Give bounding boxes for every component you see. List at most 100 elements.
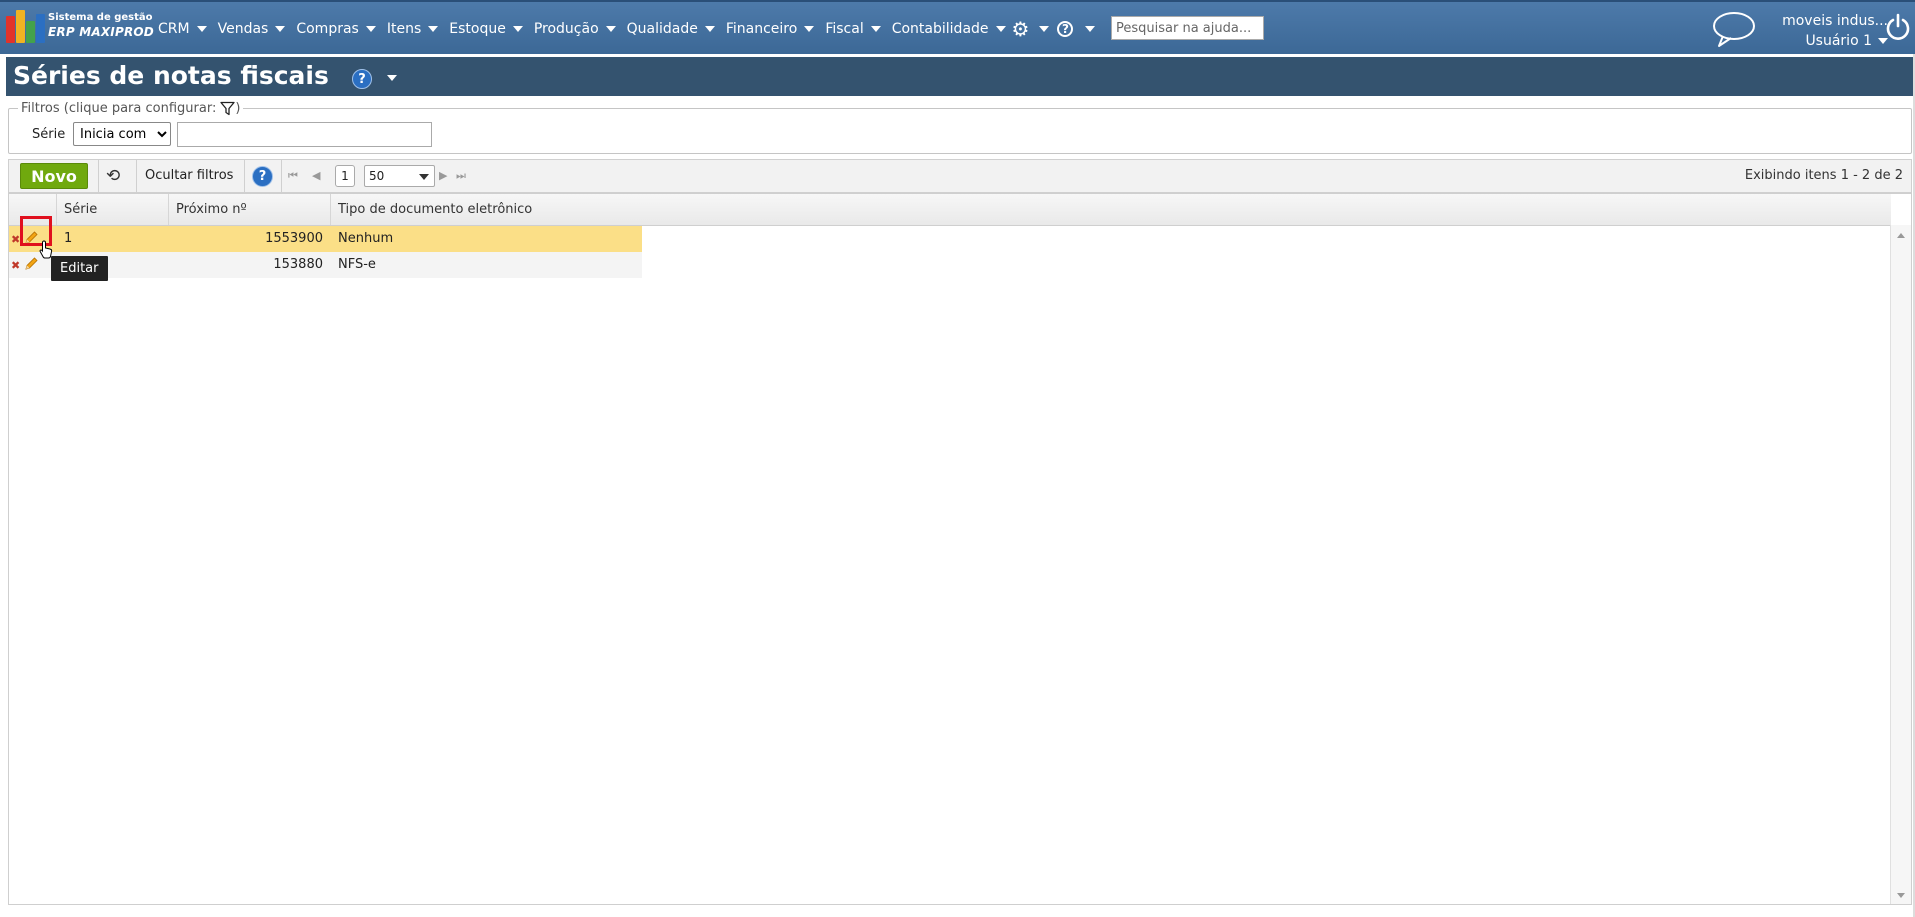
menu-label: Compras — [296, 21, 359, 37]
filter-operator-select[interactable]: Inicia com — [73, 122, 171, 146]
page-title: Séries de notas fiscais — [13, 61, 329, 90]
chevron-down-icon — [605, 26, 616, 32]
column-header-tipo[interactable]: Tipo de documento eletrônico — [330, 194, 1891, 225]
pencil-icon[interactable] — [23, 256, 39, 272]
menu-label: Contabilidade — [891, 21, 989, 37]
grid-header: Série Próximo nº Tipo de documento eletr… — [9, 194, 1891, 226]
current-page[interactable]: 1 — [335, 165, 355, 187]
cell-tipo: NFS-e — [338, 257, 376, 272]
gear-icon: ⚙ — [1011, 17, 1030, 41]
next-page-icon[interactable]: ▶ — [439, 169, 447, 182]
logo-bar-yellow — [16, 10, 25, 43]
chevron-down-icon — [428, 26, 439, 32]
brand-line2: ERP MAXIPROD — [48, 25, 154, 39]
menu-label: Produção — [533, 21, 599, 37]
chevron-down-icon — [512, 26, 523, 32]
vertical-scrollbar[interactable] — [1890, 225, 1911, 904]
page-size-select[interactable]: 50 — [364, 165, 435, 187]
menu-crm[interactable]: CRM — [158, 21, 207, 37]
menu-producao[interactable]: Produção — [534, 21, 616, 37]
chevron-down-icon[interactable] — [387, 75, 397, 81]
chevron-down-icon — [419, 174, 429, 180]
brand-text: Sistema de gestão ERP MAXIPROD — [48, 11, 154, 39]
menu-settings[interactable]: ⚙ — [1012, 19, 1050, 39]
chevron-down-icon — [704, 26, 715, 32]
filter-serie-input[interactable] — [177, 122, 432, 147]
filter-serie-label: Série — [32, 127, 66, 142]
menu-vendas[interactable]: Vendas — [218, 21, 286, 37]
hide-filters-button[interactable]: Ocultar filtros — [145, 168, 233, 183]
toolbar-divider — [244, 160, 245, 192]
menu-label: Qualidade — [626, 21, 698, 37]
menu-fiscal[interactable]: Fiscal — [825, 21, 881, 37]
scroll-up-icon[interactable] — [1897, 233, 1905, 238]
chevron-down-icon — [995, 26, 1006, 32]
column-header-serie[interactable]: Série — [56, 194, 168, 225]
menu-label: Fiscal — [825, 21, 864, 37]
menu-label: Estoque — [449, 21, 506, 37]
toolbar-divider — [136, 160, 137, 192]
menu-qualidade[interactable]: Qualidade — [627, 21, 715, 37]
menu-financeiro[interactable]: Financeiro — [725, 21, 815, 37]
refresh-icon[interactable]: ⟲ — [106, 166, 120, 186]
chevron-down-icon — [365, 26, 376, 32]
page-size-value: 50 — [369, 169, 385, 183]
funnel-icon[interactable] — [220, 101, 235, 116]
logo-bar-green — [26, 21, 35, 43]
delete-icon[interactable]: ✖ — [11, 260, 20, 271]
series-grid: Série Próximo nº Tipo de documento eletr… — [8, 193, 1912, 905]
main-menu: CRM Vendas Compras Itens Estoque Produçã… — [158, 18, 1106, 40]
items-info: Exibindo itens 1 - 2 de 2 — [1744, 168, 1903, 183]
filters-legend-close: ) — [235, 101, 241, 116]
chevron-down-icon — [870, 26, 881, 32]
menu-label: Itens — [386, 21, 422, 37]
user-name: Usuário 1 — [1805, 33, 1872, 49]
scroll-down-icon[interactable] — [1897, 893, 1905, 898]
cell-serie: 1 — [64, 231, 73, 246]
question-circle-icon: ? — [1057, 21, 1074, 37]
toolbar-divider — [98, 160, 99, 192]
filters-legend-text: Filtros (clique para configurar: — [21, 101, 217, 116]
help-search-input[interactable] — [1111, 16, 1264, 40]
chevron-down-icon — [275, 26, 286, 32]
user-name-row: Usuário 1 — [1770, 31, 1888, 51]
company-name: moveis indus... — [1782, 13, 1888, 29]
question-circle-icon[interactable]: ? — [352, 69, 372, 89]
chevron-down-icon — [804, 26, 815, 32]
question-circle-icon[interactable]: ? — [252, 166, 273, 187]
brand-line1: Sistema de gestão — [48, 12, 153, 23]
top-navigation-bar: Sistema de gestão ERP MAXIPROD CRM Venda… — [0, 0, 1915, 54]
chat-bubble-icon[interactable] — [1711, 10, 1757, 48]
delete-icon[interactable]: ✖ — [11, 234, 20, 245]
power-icon[interactable] — [1885, 13, 1911, 41]
menu-contabilidade[interactable]: Contabilidade — [892, 21, 1006, 37]
page-header: Séries de notas fiscais ? — [6, 57, 1915, 96]
logo-bar-blue — [36, 14, 45, 43]
erp-logo[interactable] — [6, 10, 45, 43]
menu-label: CRM — [158, 21, 190, 37]
grid-toolbar: Novo ⟲ Ocultar filtros ? ⏮ ◀ 1 50 ▶ ⏭ Ex… — [8, 159, 1912, 193]
table-row[interactable]: ✖ 1 1553900 Nenhum — [9, 226, 642, 252]
edit-tooltip: Editar — [51, 256, 108, 281]
chevron-down-icon — [1039, 26, 1050, 32]
menu-help[interactable]: ? — [1057, 21, 1096, 37]
cell-tipo: Nenhum — [338, 231, 394, 246]
user-menu[interactable]: moveis indus... Usuário 1 — [1770, 11, 1888, 51]
new-button[interactable]: Novo — [20, 163, 88, 189]
column-header-proximo[interactable]: Próximo nº — [168, 194, 330, 225]
menu-itens[interactable]: Itens — [386, 21, 439, 37]
menu-label: Financeiro — [725, 21, 798, 37]
menu-label: Vendas — [217, 21, 269, 37]
cell-proximo: 153880 — [273, 257, 323, 272]
first-page-icon[interactable]: ⏮ — [288, 169, 298, 183]
toolbar-divider — [281, 160, 282, 192]
logo-bar-red — [6, 16, 15, 43]
menu-compras[interactable]: Compras — [296, 21, 376, 37]
menu-estoque[interactable]: Estoque — [449, 21, 523, 37]
cell-proximo: 1553900 — [265, 231, 323, 246]
last-page-icon[interactable]: ⏭ — [456, 169, 466, 183]
chevron-down-icon — [196, 26, 207, 32]
previous-page-icon[interactable]: ◀ — [312, 169, 320, 182]
chevron-down-icon — [1085, 26, 1096, 32]
filters-legend[interactable]: Filtros (clique para configurar: ) — [18, 101, 244, 116]
